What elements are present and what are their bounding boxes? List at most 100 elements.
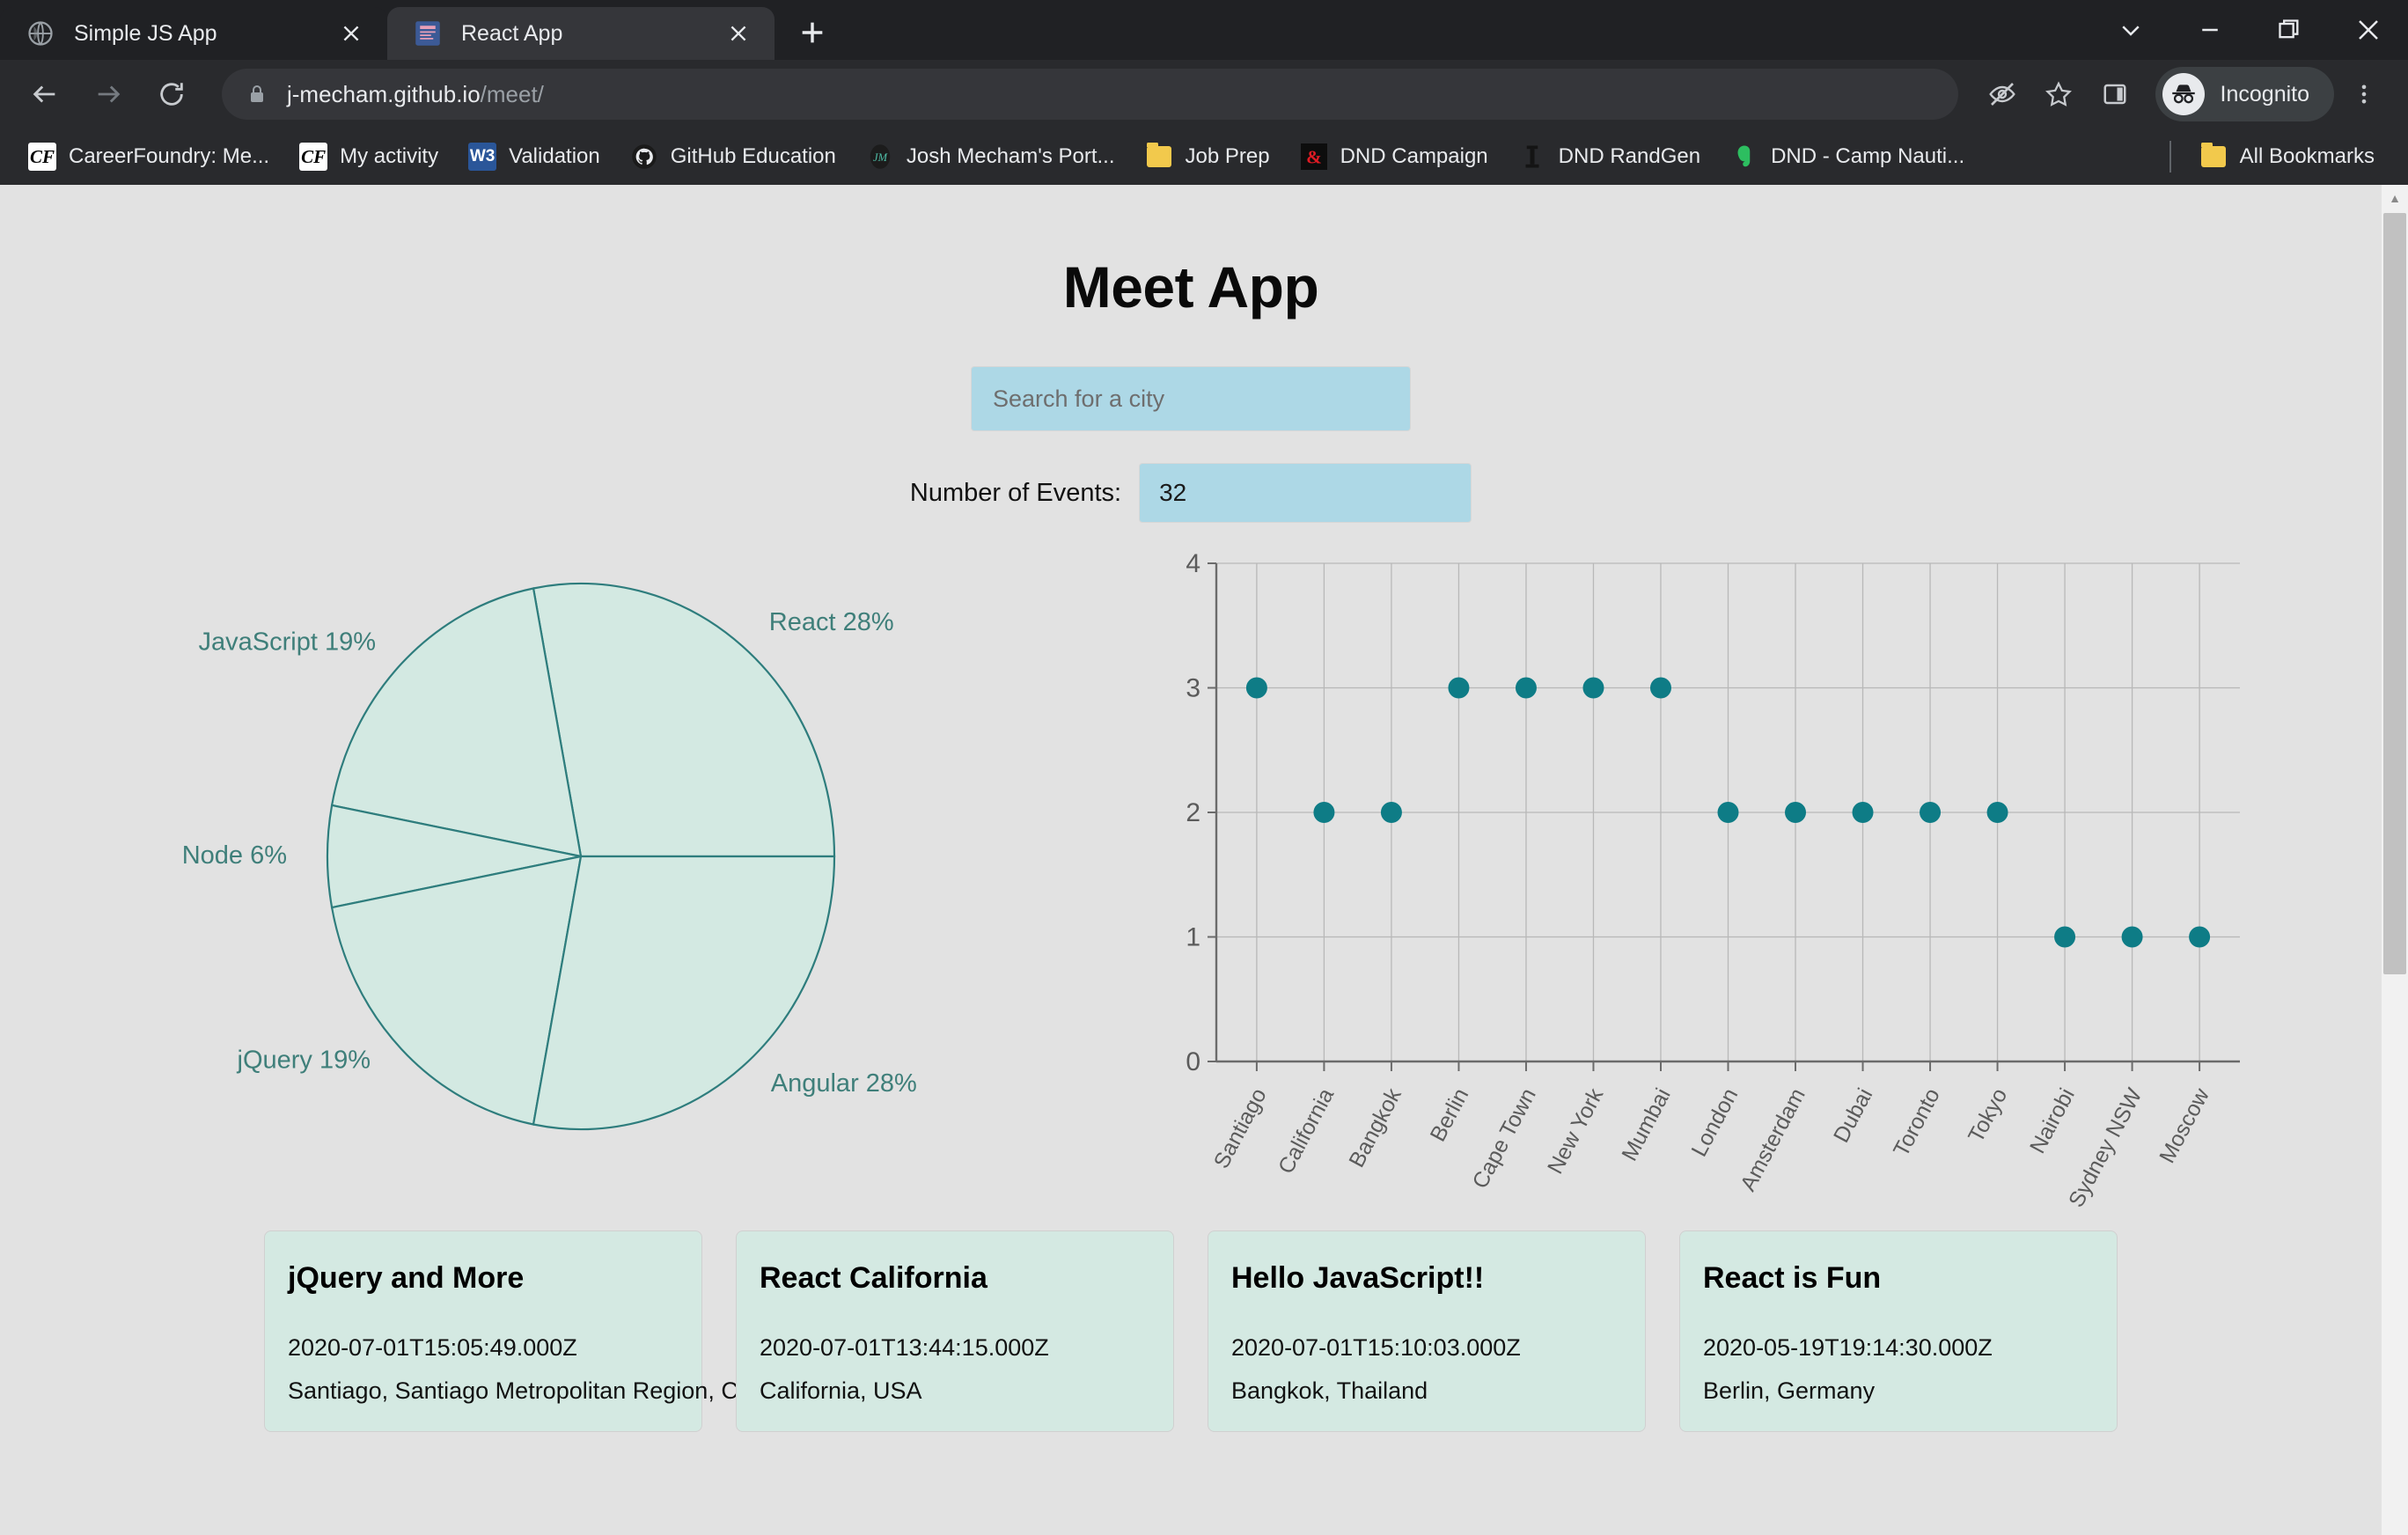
scatter-point	[1920, 802, 1942, 823]
bookmark-label: DND - Camp Nauti...	[1771, 144, 1965, 168]
all-bookmarks-button[interactable]: All Bookmarks	[2187, 136, 2387, 178]
bookmark-label: Josh Mecham's Port...	[906, 144, 1115, 168]
cf-icon: CF	[28, 143, 56, 171]
all-bookmarks-label: All Bookmarks	[2239, 144, 2375, 168]
y-axis-tick-label: 1	[1186, 923, 1200, 952]
pie-slice-label: React 28%	[769, 608, 894, 636]
close-icon[interactable]	[2329, 0, 2408, 60]
charts-container: React 28% JavaScript 19% Node 6% jQuery 19%…	[0, 544, 2382, 1222]
back-arrow-icon[interactable]	[18, 67, 72, 121]
page-viewport: Meet App Number of Events: React 28% Java…	[0, 185, 2408, 1535]
close-icon[interactable]	[722, 17, 755, 50]
bookmark-label: Validation	[509, 144, 600, 168]
number-of-events-row: Number of Events:	[0, 463, 2382, 523]
reload-icon[interactable]	[144, 67, 199, 121]
star-bookmark-icon[interactable]	[2032, 68, 2085, 121]
tab-title: Simple JS App	[74, 20, 217, 46]
url-path: /meet/	[480, 80, 544, 107]
ampersand-icon: &	[1300, 143, 1328, 171]
pie-slice-label: Angular 28%	[771, 1069, 917, 1098]
bookmark-validation[interactable]: W3 Validation	[456, 136, 613, 178]
events-list: jQuery and More 2020-07-01T15:05:49.000Z…	[0, 1230, 2382, 1432]
event-location: Bangkok, Thailand	[1231, 1377, 1428, 1404]
minimize-icon[interactable]	[2170, 0, 2250, 60]
chevron-down-icon[interactable]	[2091, 0, 2170, 60]
bookmark-josh-mecham-portfolio[interactable]: JM Josh Mecham's Port...	[854, 136, 1127, 178]
scatter-point	[1986, 802, 2008, 823]
cf-icon: CF	[299, 143, 328, 171]
scatter-chart-svg: 0 1 2 3 4 Santiago California Bangkok BerlinCape…	[1186, 549, 2240, 1211]
event-card[interactable]: Hello JavaScript!! 2020-07-01T15:10:03.0…	[1208, 1230, 1646, 1432]
pie-slice-label: JavaScript 19%	[199, 628, 377, 656]
city-search-wrapper	[0, 366, 2382, 431]
bookmark-careerfoundry[interactable]: CF CareerFoundry: Me...	[16, 136, 282, 178]
evernote-icon	[1730, 143, 1758, 171]
event-card[interactable]: jQuery and More 2020-07-01T15:05:49.000Z…	[264, 1230, 775, 1432]
scrollbar-thumb[interactable]	[2383, 213, 2406, 974]
bookmark-dnd-campaign[interactable]: & DND Campaign	[1288, 136, 1501, 178]
x-axis-tick-label: Nairobi	[2025, 1084, 2080, 1157]
bookmark-github-education[interactable]: GitHub Education	[618, 136, 848, 178]
tab-react-app[interactable]: React App	[387, 7, 775, 60]
folder-icon	[1145, 143, 1173, 171]
forward-arrow-icon[interactable]	[81, 67, 136, 121]
bookmark-dnd-camp-nauti[interactable]: DND - Camp Nauti...	[1718, 136, 1977, 178]
bookmark-job-prep[interactable]: Job Prep	[1133, 136, 1282, 178]
event-title: React is Fun	[1703, 1261, 1882, 1295]
scatter-point	[1515, 677, 1537, 699]
bookmark-my-activity[interactable]: CF My activity	[287, 136, 451, 178]
bookmark-label: GitHub Education	[670, 144, 836, 168]
x-axis-tick-label: Bangkok	[1344, 1083, 1406, 1171]
window-controls	[2091, 0, 2408, 60]
url-text: j-mecham.github.io/meet/	[287, 81, 544, 108]
browser-toolbar: j-mecham.github.io/meet/ Incognito	[0, 60, 2408, 129]
scatter-point	[1245, 677, 1267, 699]
jm-monogram-icon: JM	[866, 143, 894, 171]
meet-app-page: Meet App Number of Events: React 28% Java…	[0, 185, 2382, 1535]
new-tab-button[interactable]	[787, 7, 838, 58]
profile-label: Incognito	[2220, 81, 2309, 106]
event-title: React California	[760, 1261, 987, 1295]
bookmark-dnd-randgen[interactable]: DND RandGen	[1506, 136, 1713, 178]
pie-slice-label: jQuery 19%	[237, 1047, 371, 1075]
address-bar[interactable]: j-mecham.github.io/meet/	[222, 69, 1958, 120]
event-card[interactable]: React is Fun 2020-05-19T19:14:30.000Z Be…	[1679, 1230, 2118, 1432]
bookmark-label: My activity	[340, 144, 439, 168]
scatter-point	[1717, 802, 1739, 823]
event-location: Berlin, Germany	[1703, 1377, 1876, 1404]
eye-crossed-icon[interactable]	[1976, 68, 2029, 121]
x-axis-tick-label: Mumbai	[1617, 1084, 1675, 1165]
y-axis-tick-label: 3	[1186, 674, 1200, 703]
tab-strip: Simple JS App React App	[0, 0, 2408, 60]
y-axis-tick-label: 0	[1186, 1047, 1200, 1076]
number-of-events-input[interactable]	[1139, 463, 1472, 523]
event-date: 2020-05-19T19:14:30.000Z	[1703, 1334, 1993, 1361]
page-scrollbar[interactable]: ▲	[2382, 185, 2408, 1535]
x-axis-tick-label: New York	[1543, 1083, 1609, 1178]
pie-chart: React 28% JavaScript 19% Node 6% jQuery 19%…	[35, 544, 1171, 1160]
x-axis-tick-label: Toronto	[1889, 1084, 1945, 1161]
event-title: jQuery and More	[288, 1261, 525, 1295]
x-axis-tick-label: Tokyo	[1964, 1084, 2012, 1147]
maximize-icon[interactable]	[2250, 0, 2329, 60]
side-panel-icon[interactable]	[2089, 68, 2141, 121]
x-axis-tick-label: Cape Town	[1468, 1084, 1541, 1193]
scatter-point	[1852, 802, 1874, 823]
triangle-up-icon[interactable]: ▲	[2382, 185, 2408, 211]
profile-incognito-button[interactable]: Incognito	[2155, 67, 2334, 121]
scatter-point	[1785, 802, 1807, 823]
svg-text:&: &	[1306, 147, 1322, 168]
x-axis-tick-label: Moscow	[2155, 1083, 2214, 1167]
browser-window: Simple JS App React App j-mecham.github.…	[0, 0, 2408, 1535]
event-card[interactable]: React California 2020-07-01T13:44:15.000…	[736, 1230, 1174, 1432]
react-app-icon	[414, 19, 442, 48]
scatter-point	[2189, 926, 2211, 948]
event-title: Hello JavaScript!!	[1231, 1261, 1485, 1295]
number-of-events-label: Number of Events:	[909, 478, 1122, 507]
tab-simple-js-app[interactable]: Simple JS App	[0, 7, 387, 60]
close-icon[interactable]	[334, 17, 368, 50]
three-dot-menu-icon[interactable]	[2338, 68, 2390, 121]
bookmark-label: DND Campaign	[1340, 144, 1488, 168]
x-axis-tick-label: Dubai	[1829, 1084, 1877, 1147]
search-input[interactable]	[971, 366, 1411, 431]
